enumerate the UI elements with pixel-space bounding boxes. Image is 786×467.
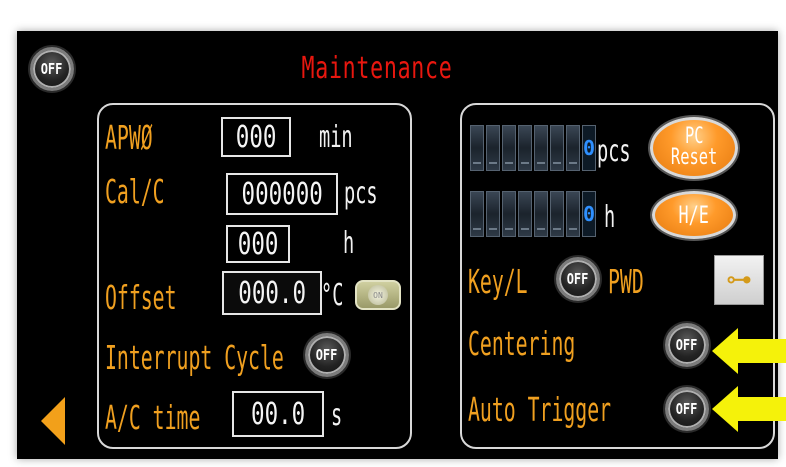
yellow-arrow-icon: [712, 386, 786, 432]
centering-off-button[interactable]: OFF: [665, 323, 709, 367]
hours-counter-value: 0: [582, 191, 596, 237]
hours-counter-unit: h: [604, 200, 616, 235]
he-button[interactable]: H/E: [652, 191, 736, 239]
pc-reset-button[interactable]: PC Reset: [650, 117, 738, 179]
back-arrow-icon[interactable]: [41, 397, 65, 445]
key-icon[interactable]: ⊶: [714, 255, 764, 305]
pcs-counter-value: 0: [582, 125, 596, 171]
calc-h-input[interactable]: 000: [226, 225, 290, 263]
ac-time-label: A/C time: [105, 398, 201, 437]
apwo-label: APWØ: [105, 118, 153, 157]
apwo-unit: min: [319, 120, 353, 155]
calc-h-unit: h: [343, 226, 355, 261]
ac-time-unit: s: [331, 398, 343, 433]
pwd-label: PWD: [608, 262, 644, 301]
toggle-knob: ON: [368, 285, 388, 305]
keyl-off-button[interactable]: OFF: [556, 257, 600, 301]
page-title: Maintenance: [301, 51, 453, 86]
apwo-input[interactable]: 000: [221, 117, 291, 157]
calc-pcs-input[interactable]: 000000: [226, 173, 338, 215]
auto-trigger-off-button[interactable]: OFF: [665, 387, 709, 431]
pcs-counter-unit: pcs: [597, 134, 631, 169]
hmi-screen: OFF Maintenance APWØ 000 min Cal/C 00000…: [17, 31, 778, 459]
centering-label: Centering: [468, 324, 576, 363]
yellow-arrow-icon: [712, 328, 786, 374]
header-off-button[interactable]: OFF: [30, 47, 74, 91]
calc-label: Cal/C: [105, 172, 165, 211]
keyl-label: Key/L: [468, 262, 528, 301]
pcs-counter: 0: [470, 125, 596, 171]
left-panel: APWØ 000 min Cal/C 000000 pcs 000 h Offs…: [97, 103, 412, 449]
offset-unit: °C: [321, 278, 344, 313]
auto-trigger-label: Auto Trigger: [468, 390, 612, 429]
calc-pcs-unit: pcs: [344, 176, 378, 211]
hours-counter: 0: [470, 191, 596, 237]
offset-input[interactable]: 000.0: [222, 271, 322, 315]
offset-label: Offset: [105, 278, 177, 317]
interrupt-cycle-off-button[interactable]: OFF: [305, 333, 349, 377]
ac-time-input[interactable]: 00.0: [232, 391, 324, 437]
offset-toggle[interactable]: ON: [355, 280, 401, 310]
interrupt-cycle-label: Interrupt Cycle: [105, 338, 284, 377]
